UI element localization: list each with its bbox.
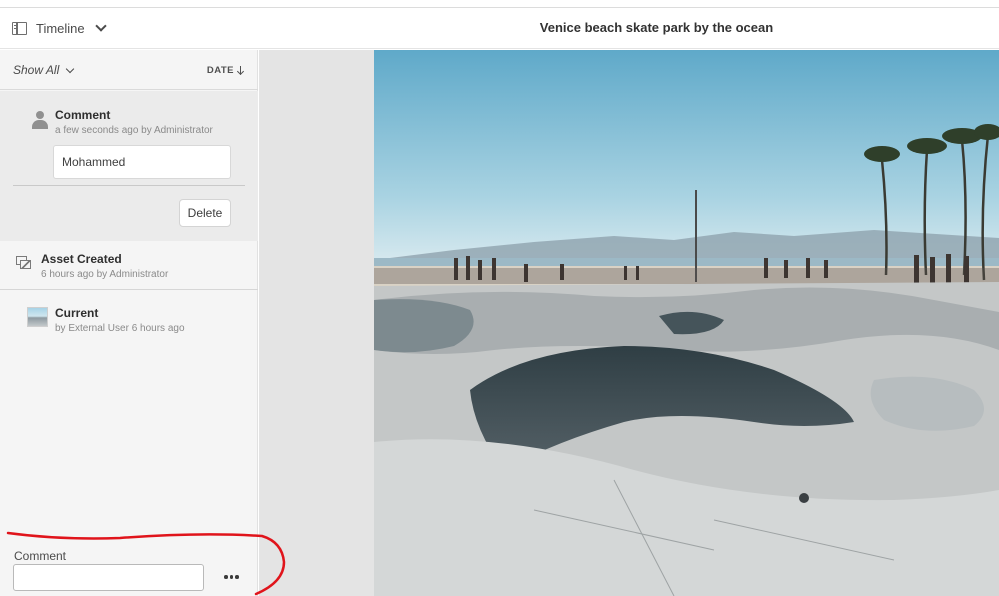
preview-gutter [259, 50, 374, 596]
event-meta: by External User 6 hours ago [55, 323, 185, 334]
comment-compose: Comment [0, 543, 258, 596]
left-rail-icon [12, 21, 27, 35]
comment-entry-text: Mohammed [53, 145, 231, 179]
page-title: Venice beach skate park by the ocean [539, 20, 774, 35]
top-rule [0, 0, 999, 8]
person-icon [32, 111, 48, 129]
rail-selector-label: Timeline [36, 20, 85, 36]
show-all-label: Show All [13, 63, 60, 77]
delete-comment-button[interactable]: Delete [179, 199, 231, 227]
asset-preview-image [374, 50, 999, 596]
arrow-down-icon [237, 65, 245, 76]
comment-entry[interactable]: Comment a few seconds ago by Administrat… [0, 91, 258, 241]
comment-entry-meta: a few seconds ago by Administrator [55, 125, 213, 136]
chevron-down-icon [66, 64, 75, 73]
sort-by-date-button[interactable]: DATE [207, 65, 245, 76]
timeline-filter-bar: Show All DATE [0, 50, 258, 90]
asset-created-icon [16, 256, 31, 269]
comment-field-label: Comment [14, 549, 67, 563]
ellipsis-icon[interactable] [222, 573, 241, 581]
asset-thumbnail [27, 307, 48, 327]
timeline-event-asset-created[interactable]: Asset Created 6 hours ago by Administrat… [0, 242, 258, 290]
asset-preview-stage [259, 50, 999, 596]
event-meta: 6 hours ago by Administrator [41, 269, 169, 280]
comment-input[interactable] [13, 564, 204, 591]
sort-label: DATE [206, 65, 234, 76]
event-title: Asset Created [41, 252, 122, 266]
show-all-filter[interactable]: Show All [13, 63, 75, 77]
header-bar: Timeline Venice beach skate park by the … [0, 9, 999, 49]
comment-entry-title: Comment [55, 108, 111, 122]
divider [13, 185, 245, 186]
timeline-rail: Show All DATE Comment a few seconds ago … [0, 50, 258, 596]
timeline-event-current-version[interactable]: Current by External User 6 hours ago [0, 298, 258, 346]
chevron-down-icon [94, 19, 107, 32]
event-title: Current [55, 306, 99, 320]
rail-selector-button[interactable]: Timeline [12, 15, 107, 41]
